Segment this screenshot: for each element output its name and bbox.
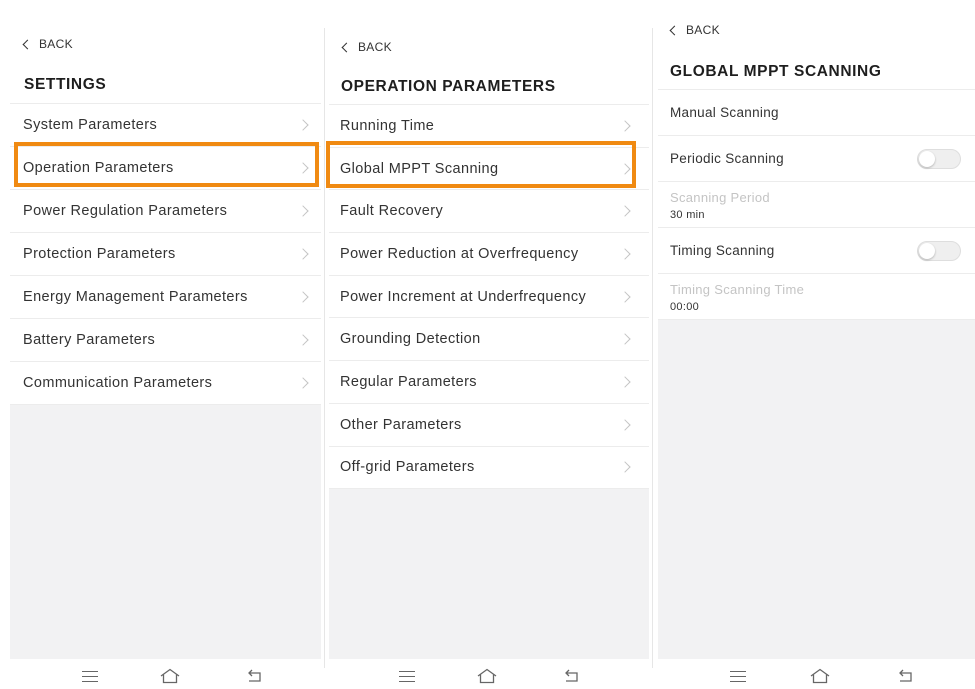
menu-icon[interactable]: [399, 671, 415, 682]
menu-icon[interactable]: [730, 671, 746, 682]
settings-list: System Parameters Operation Parameters P…: [10, 103, 321, 405]
chevron-right-icon: [297, 205, 309, 217]
panel-divider: [324, 28, 325, 668]
chevron-right-icon: [619, 418, 631, 431]
menu-item-label: Off-grid Parameters: [340, 459, 475, 476]
back-label: BACK: [358, 40, 392, 54]
back-label: BACK: [39, 37, 73, 51]
toggle-knob: [919, 150, 935, 167]
back-label: BACK: [686, 23, 720, 37]
chevron-right-icon: [297, 291, 309, 303]
menu-icon[interactable]: [82, 671, 98, 682]
chevron-right-icon: [619, 461, 631, 474]
back-arrow-icon[interactable]: [246, 669, 264, 683]
chevron-right-icon: [619, 162, 631, 175]
menu-item-running-time[interactable]: Running Time: [329, 105, 649, 148]
back-arrow-icon[interactable]: [897, 669, 915, 683]
chevron-right-icon: [297, 377, 309, 389]
menu-item-fault-recovery[interactable]: Fault Recovery: [329, 190, 649, 234]
menu-item-protection-parameters[interactable]: Protection Parameters: [10, 233, 321, 276]
menu-item-label: Fault Recovery: [340, 203, 444, 220]
item-label: Timing Scanning Time: [670, 282, 805, 297]
menu-item-label: Energy Management Parameters: [23, 289, 248, 305]
menu-item-energy-management-parameters[interactable]: Energy Management Parameters: [10, 276, 321, 319]
scanning-period-item: Scanning Period 30 min: [658, 182, 975, 228]
chevron-right-icon: [619, 248, 631, 260]
menu-item-label: Grounding Detection: [340, 331, 481, 348]
back-button[interactable]: BACK: [341, 40, 392, 54]
chevron-right-icon: [297, 162, 309, 174]
menu-item-regular-parameters[interactable]: Regular Parameters: [329, 361, 649, 404]
chevron-right-icon: [297, 119, 309, 131]
menu-item-label: Other Parameters: [340, 416, 462, 433]
system-nav-bar: [329, 659, 649, 689]
page-title: GLOBAL MPPT SCANNING: [670, 63, 882, 80]
home-icon[interactable]: [810, 668, 830, 684]
periodic-scanning-toggle[interactable]: [917, 148, 961, 169]
menu-item-label: Running Time: [340, 117, 435, 134]
back-button[interactable]: BACK: [669, 23, 720, 37]
home-icon[interactable]: [160, 668, 180, 684]
timing-scanning-time-item: Timing Scanning Time 00:00: [658, 274, 975, 320]
back-button[interactable]: BACK: [22, 37, 73, 51]
menu-item-label: Operation Parameters: [23, 160, 174, 176]
menu-item-communication-parameters[interactable]: Communication Parameters: [10, 362, 321, 405]
menu-item-label: Battery Parameters: [23, 332, 156, 348]
page-title: OPERATION PARAMETERS: [341, 78, 556, 95]
item-value: 30 min: [670, 209, 705, 221]
operation-parameters-panel: BACK OPERATION PARAMETERS Running Time G…: [326, 0, 649, 689]
menu-item-label: Global MPPT Scanning: [340, 160, 499, 177]
mppt-scanning-list: Manual Scanning Periodic Scanning Scanni…: [658, 89, 975, 320]
item-value: 00:00: [670, 301, 700, 313]
chevron-right-icon: [297, 248, 309, 260]
periodic-scanning-item: Periodic Scanning: [658, 136, 975, 182]
menu-item-label: Communication Parameters: [23, 375, 213, 391]
timing-scanning-toggle[interactable]: [917, 240, 961, 261]
menu-item-off-grid-parameters[interactable]: Off-grid Parameters: [329, 447, 649, 490]
item-label: Scanning Period: [670, 190, 770, 205]
menu-item-label: Regular Parameters: [340, 373, 477, 390]
chevron-right-icon: [297, 334, 309, 346]
empty-area: [10, 404, 321, 659]
home-icon[interactable]: [477, 668, 497, 684]
panel-divider: [652, 28, 653, 668]
operation-parameters-list: Running Time Global MPPT Scanning Fault …: [329, 104, 649, 490]
toggle-knob: [919, 242, 935, 259]
global-mppt-scanning-panel: BACK GLOBAL MPPT SCANNING Manual Scannin…: [658, 0, 975, 689]
item-label: Manual Scanning: [670, 105, 779, 120]
menu-item-grounding-detection[interactable]: Grounding Detection: [329, 318, 649, 362]
menu-item-battery-parameters[interactable]: Battery Parameters: [10, 319, 321, 362]
menu-item-label: Protection Parameters: [23, 246, 176, 262]
empty-area: [658, 320, 975, 659]
menu-item-operation-parameters[interactable]: Operation Parameters: [10, 147, 321, 190]
chevron-left-icon: [22, 39, 33, 49]
system-nav-bar: [658, 659, 975, 689]
manual-scanning-item[interactable]: Manual Scanning: [658, 90, 975, 136]
page-title: SETTINGS: [24, 76, 107, 93]
menu-item-power-reduction-overfrequency[interactable]: Power Reduction at Overfrequency: [329, 233, 649, 276]
menu-item-power-increment-underfrequency[interactable]: Power Increment at Underfrequency: [329, 276, 649, 319]
menu-item-label: Power Increment at Underfrequency: [340, 288, 587, 305]
menu-item-label: System Parameters: [23, 117, 158, 133]
chevron-right-icon: [619, 120, 631, 132]
menu-item-power-regulation-parameters[interactable]: Power Regulation Parameters: [10, 190, 321, 233]
menu-item-label: Power Reduction at Overfrequency: [340, 245, 579, 262]
chevron-right-icon: [619, 333, 631, 345]
menu-item-system-parameters[interactable]: System Parameters: [10, 104, 321, 147]
item-label: Timing Scanning: [670, 243, 775, 258]
menu-item-other-parameters[interactable]: Other Parameters: [329, 404, 649, 447]
item-label: Periodic Scanning: [670, 151, 784, 166]
chevron-right-icon: [619, 376, 631, 388]
chevron-right-icon: [619, 290, 631, 303]
settings-panel: BACK SETTINGS System Parameters Operatio…: [10, 0, 321, 689]
back-arrow-icon[interactable]: [563, 669, 581, 683]
timing-scanning-item: Timing Scanning: [658, 228, 975, 274]
chevron-left-icon: [669, 25, 680, 35]
menu-item-label: Power Regulation Parameters: [23, 203, 228, 219]
chevron-right-icon: [619, 205, 631, 217]
menu-item-global-mppt-scanning[interactable]: Global MPPT Scanning: [329, 148, 649, 191]
empty-area: [329, 489, 649, 659]
chevron-left-icon: [341, 42, 352, 52]
system-nav-bar: [10, 659, 321, 689]
